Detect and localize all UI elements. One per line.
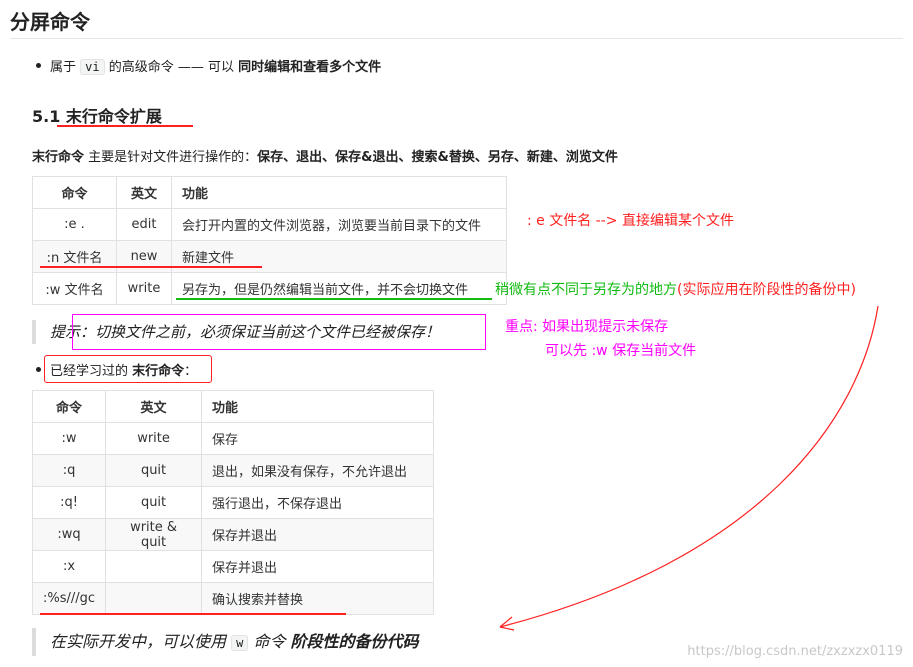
watermark: https://blog.csdn.net/zxzxzx0119: [687, 644, 903, 659]
annotation-arrow-icon: [499, 305, 879, 631]
